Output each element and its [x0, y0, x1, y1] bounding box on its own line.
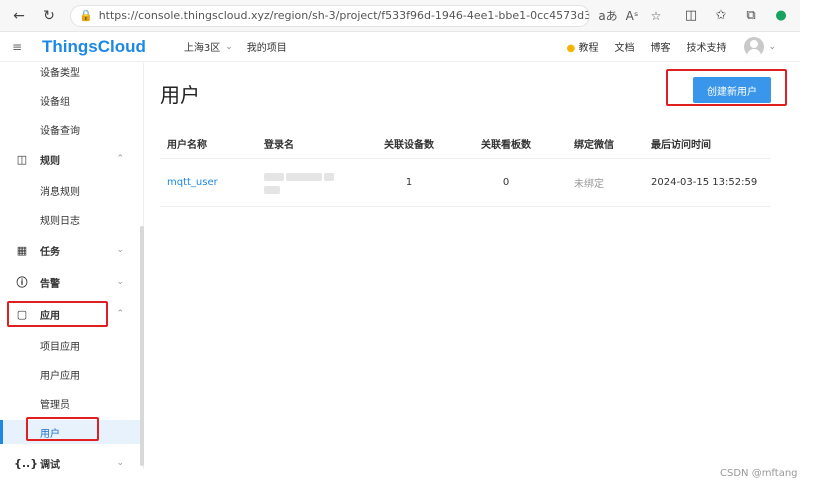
tutorial-label: 教程	[578, 43, 599, 54]
annotation-box	[7, 301, 108, 327]
column-header: 关联看板数	[481, 140, 531, 151]
sidebar-group-debug[interactable]: {..} 调试 ⌄	[0, 451, 140, 475]
last-visit-time: 2024-03-15 13:52:59	[651, 177, 758, 188]
sidebar-group-tasks[interactable]: ▦ 任务 ⌄	[0, 238, 140, 262]
annotation-box	[666, 69, 787, 106]
user-name-link[interactable]: mqtt_user	[167, 159, 218, 206]
address-bar[interactable]: 🔒 https://console.thingscloud.xyz/region…	[70, 4, 590, 27]
table-header: 用户名称 登录名 关联设备数 关联看板数 绑定微信 最后访问时间	[160, 129, 770, 159]
logo[interactable]: ThingsCloud	[42, 37, 146, 57]
annotation-box	[26, 417, 99, 441]
braces-icon: {..}	[14, 456, 39, 470]
sidebar-item-device-query[interactable]: 设备查询	[0, 117, 140, 141]
menu-toggle-icon[interactable]: ≡	[12, 40, 32, 54]
browser-toolbar: ← ↻ 🔒 https://console.thingscloud.xyz/re…	[0, 0, 800, 32]
tutorial-link[interactable]: ● 教程	[567, 39, 599, 54]
wechat-status: 未绑定	[574, 179, 604, 190]
project-link[interactable]: 我的项目	[247, 39, 287, 54]
extension-icon[interactable]: ●	[766, 8, 796, 23]
bulb-icon: ●	[566, 43, 576, 54]
page-title: 用户	[160, 83, 200, 107]
sidebar: 设备类型 设备组 设备查询 ◫ 规则 ⌃ 消息规则 规则日志 ▦ 任务 ⌄ ⓘ …	[0, 63, 144, 471]
sidebar-item-label: 规则	[40, 155, 60, 167]
text-size-icon[interactable]: Aˢ	[620, 9, 644, 23]
refresh-icon[interactable]: ↻	[38, 5, 60, 27]
chevron-down-icon[interactable]: ⌄	[225, 42, 233, 52]
chevron-up-icon: ⌃	[116, 309, 124, 319]
sidebar-group-rules[interactable]: ◫ 规则 ⌃	[0, 147, 140, 171]
table-row: mqtt_user 1 0 未绑定 2024-03-15 13:52:59	[160, 159, 770, 207]
alert-icon: ⓘ	[16, 276, 28, 289]
sidebar-scrollbar[interactable]	[140, 226, 144, 466]
sidebar-item-label: 调试	[40, 459, 60, 471]
sidebar-item-device-type[interactable]: 设备类型	[0, 59, 140, 83]
sidebar-item-label: 告警	[40, 278, 60, 290]
column-header: 用户名称	[167, 140, 207, 151]
column-header: 登录名	[264, 140, 294, 151]
support-link[interactable]: 技术支持	[686, 39, 726, 54]
sidebar-item-label: 设备查询	[40, 125, 80, 137]
back-icon[interactable]: ←	[8, 5, 30, 27]
login-name-redacted	[264, 159, 334, 206]
board-count: 0	[502, 177, 510, 188]
chevron-down-icon: ⌄	[116, 277, 124, 287]
collections-icon[interactable]: ⧉	[736, 8, 766, 23]
url-text: https://console.thingscloud.xyz/region/s…	[98, 9, 590, 22]
sidebar-item-label: 任务	[40, 246, 60, 258]
device-count: 1	[405, 177, 413, 188]
blog-link[interactable]: 博客	[650, 39, 670, 54]
read-aloud-icon[interactable]: aあ	[596, 7, 620, 24]
chevron-down-icon: ⌄	[116, 458, 124, 468]
sidebar-group-alerts[interactable]: ⓘ 告警 ⌄	[0, 270, 140, 294]
sidebar-item-message-rules[interactable]: 消息规则	[0, 178, 140, 202]
app-header: ≡ ThingsCloud 上海3区 ⌄ 我的项目 ● 教程 文档 博客 技术支…	[0, 32, 800, 62]
sidebar-item-label: 管理员	[40, 399, 70, 411]
sidebar-item-label: 设备组	[40, 96, 70, 108]
split-screen-icon[interactable]: ◫	[676, 8, 706, 23]
favorites-icon[interactable]: ✩	[706, 8, 736, 23]
chevron-down-icon: ⌄	[116, 245, 124, 255]
column-header: 最后访问时间	[651, 140, 711, 151]
favorite-icon[interactable]: ☆	[644, 9, 668, 23]
main-content: 用户 创建新用户 用户名称 登录名 关联设备数 关联看板数 绑定微信 最后访问时…	[145, 63, 800, 469]
docs-link[interactable]: 文档	[614, 39, 634, 54]
column-header: 关联设备数	[384, 140, 434, 151]
sidebar-item-label: 消息规则	[40, 186, 80, 198]
sidebar-item-label: 设备类型	[40, 67, 80, 79]
redacted-text	[264, 169, 334, 197]
avatar[interactable]	[744, 36, 765, 57]
column-header: 绑定微信	[574, 140, 614, 151]
calendar-icon: ▦	[16, 243, 28, 257]
lock-icon: 🔒	[79, 9, 93, 22]
sidebar-item-label: 用户应用	[40, 370, 80, 382]
sidebar-item-project-apps[interactable]: 项目应用	[0, 333, 140, 357]
chevron-up-icon: ⌃	[116, 154, 124, 164]
watermark: CSDN @mftang	[720, 468, 798, 479]
sidebar-item-label: 规则日志	[40, 215, 80, 227]
sidebar-item-admins[interactable]: 管理员	[0, 391, 140, 415]
sidebar-item-label: 项目应用	[40, 341, 80, 353]
sidebar-item-rule-logs[interactable]: 规则日志	[0, 207, 140, 231]
chevron-down-icon[interactable]: ⌄	[768, 42, 776, 52]
sidebar-item-user-apps[interactable]: 用户应用	[0, 362, 140, 386]
sidebar-item-device-group[interactable]: 设备组	[0, 88, 140, 112]
terminal-icon: ◫	[16, 152, 28, 166]
region-selector[interactable]: 上海3区	[184, 39, 220, 54]
